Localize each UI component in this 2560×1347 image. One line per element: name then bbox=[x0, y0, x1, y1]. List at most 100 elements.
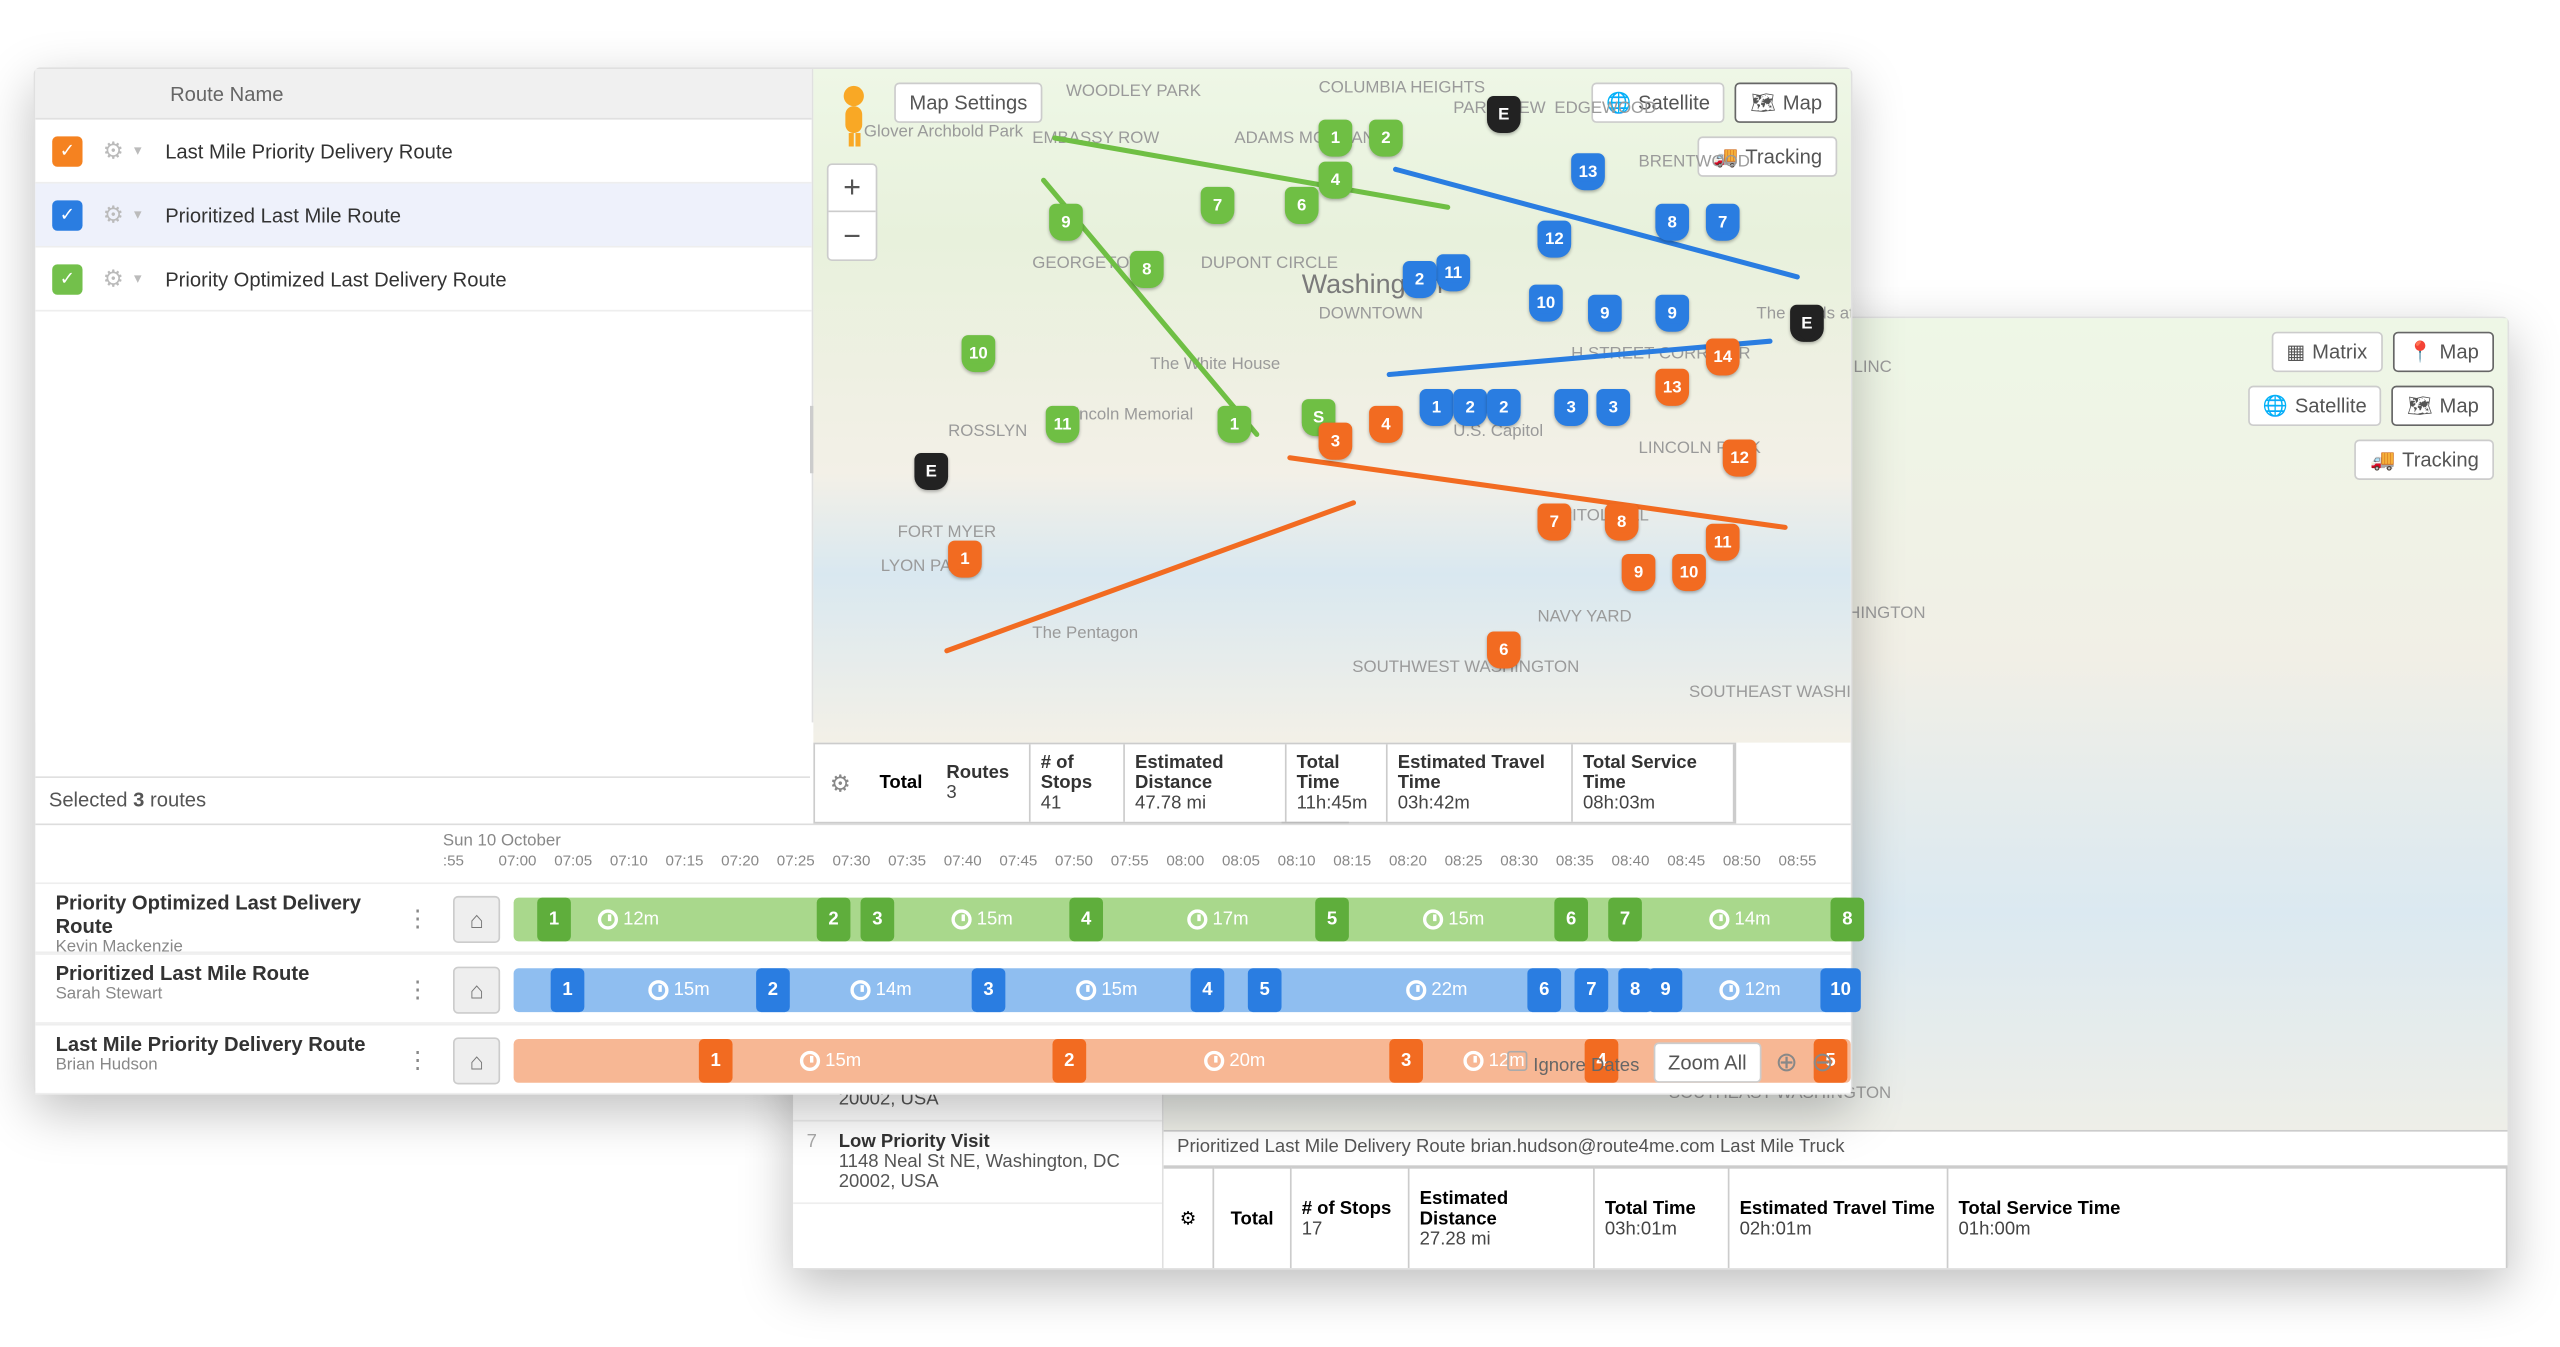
matrix-button[interactable]: ▦ Matrix bbox=[2271, 332, 2382, 372]
map-pin[interactable]: 9 bbox=[1049, 204, 1083, 241]
address-title: Low Priority Visit bbox=[839, 1132, 1142, 1152]
gantt-controls: Ignore Dates Zoom All ⊕ ⊖ bbox=[1506, 1042, 1834, 1082]
gantt-date: Sun 10 October bbox=[443, 832, 561, 851]
satellite-button[interactable]: 🌐 Satellite bbox=[1591, 83, 1725, 123]
gantt-row-sub: Sarah Stewart bbox=[56, 985, 393, 1004]
map-pin[interactable]: 14 bbox=[1706, 338, 1740, 375]
pegman-icon[interactable] bbox=[827, 83, 881, 150]
caret-icon[interactable]: ▾ bbox=[134, 269, 142, 288]
route-header: Prioritized Last Mile Delivery Route bri… bbox=[1164, 1130, 2508, 1167]
map-pin[interactable]: 1 bbox=[948, 541, 982, 578]
zoom-all-button[interactable]: Zoom All bbox=[1653, 1042, 1762, 1082]
map-pin-end[interactable]: E bbox=[914, 453, 948, 490]
kebab-icon[interactable]: ⋮ bbox=[406, 904, 430, 933]
map-pin[interactable]: 2 bbox=[1369, 120, 1403, 157]
map-pin[interactable]: 10 bbox=[1529, 285, 1563, 322]
map-pin[interactable]: 2 bbox=[1403, 261, 1437, 298]
map-pin[interactable]: 13 bbox=[1571, 153, 1605, 190]
map-button[interactable]: 🗺 Map bbox=[1735, 83, 1837, 123]
map-pin[interactable]: 4 bbox=[1369, 406, 1403, 443]
gear-icon[interactable]: ⚙ bbox=[1164, 1167, 1215, 1268]
gear-icon[interactable]: ⚙ bbox=[815, 744, 866, 821]
map-pin[interactable]: 11 bbox=[1706, 524, 1740, 561]
route-row[interactable]: ✓ ⚙ ▾ Last Mile Priority Delivery Route bbox=[35, 120, 811, 184]
map-pin[interactable]: 10 bbox=[962, 335, 996, 372]
map-pin[interactable]: 3 bbox=[1596, 389, 1630, 426]
map-pin[interactable]: 4 bbox=[1319, 162, 1353, 199]
gantt: Sun 10 October :5507:0007:0507:1007:1507… bbox=[35, 823, 1850, 1092]
total-label: Total bbox=[866, 744, 937, 821]
gear-icon[interactable]: ⚙ bbox=[103, 136, 124, 165]
home-icon[interactable]: ⌂ bbox=[453, 1037, 500, 1084]
route-row[interactable]: ✓ ⚙ ▾ Prioritized Last Mile Route bbox=[35, 184, 811, 248]
map-settings-button[interactable]: Map Settings bbox=[894, 83, 1042, 123]
zoom-out-button[interactable]: − bbox=[829, 212, 876, 259]
map-pin[interactable]: 3 bbox=[1319, 423, 1353, 460]
map-button[interactable]: 📍 Map bbox=[2392, 332, 2494, 372]
map-pin[interactable]: 1 bbox=[1420, 389, 1454, 426]
zoom-in-icon[interactable]: ⊕ bbox=[1775, 1046, 1798, 1080]
map-pin[interactable]: 7 bbox=[1201, 187, 1235, 224]
map-pin[interactable]: 8 bbox=[1130, 251, 1164, 288]
route-checkbox[interactable]: ✓ bbox=[52, 264, 82, 294]
map-pin[interactable]: 6 bbox=[1487, 632, 1521, 669]
route-name: Priority Optimized Last Delivery Route bbox=[165, 267, 506, 291]
gantt-row-title: Priority Optimized Last Delivery Route bbox=[56, 891, 393, 938]
gantt-bar[interactable]: 115m 214m 315m 4 522m 6 7 8 912m 10 bbox=[514, 968, 1851, 1012]
route-row[interactable]: ✓ ⚙ ▾ Priority Optimized Last Delivery R… bbox=[35, 248, 811, 312]
map-pin-end[interactable]: E bbox=[1487, 96, 1521, 133]
zoom-out-icon[interactable]: ⊖ bbox=[1811, 1046, 1834, 1080]
map-pin[interactable]: 9 bbox=[1588, 295, 1622, 332]
stop-number: 7 bbox=[807, 1132, 834, 1152]
address-item[interactable]: 7 Low Priority Visit 1148 Neal St NE, Wa… bbox=[793, 1122, 1162, 1205]
map-pin[interactable]: 7 bbox=[1537, 504, 1571, 541]
map-pin[interactable]: 1 bbox=[1218, 406, 1252, 443]
caret-icon[interactable]: ▾ bbox=[134, 205, 142, 224]
map-pin[interactable]: 11 bbox=[1436, 254, 1470, 291]
gear-icon[interactable]: ⚙ bbox=[103, 200, 124, 229]
summary-table-2: ⚙ Total # of Stops17 Estimated Distance2… bbox=[1164, 1167, 2508, 1268]
map-pin[interactable]: 7 bbox=[1706, 204, 1740, 241]
route-list-header: Route Name bbox=[35, 69, 811, 120]
kebab-icon[interactable]: ⋮ bbox=[406, 975, 430, 1004]
map-pin[interactable]: 13 bbox=[1655, 369, 1689, 406]
route-checkbox[interactable]: ✓ bbox=[52, 200, 82, 230]
gear-icon[interactable]: ⚙ bbox=[103, 264, 124, 293]
map-pin[interactable]: 11 bbox=[1046, 406, 1080, 443]
map-pin[interactable]: 8 bbox=[1605, 504, 1639, 541]
gantt-ticks: :5507:0007:0507:1007:1507:2007:2507:3007… bbox=[443, 852, 1834, 876]
zoom-in-button[interactable]: + bbox=[829, 165, 876, 212]
map-pin[interactable]: 12 bbox=[1723, 440, 1757, 477]
map-pin[interactable]: 3 bbox=[1554, 389, 1588, 426]
map-pin[interactable]: 2 bbox=[1453, 389, 1487, 426]
tracking-button[interactable]: 🚚 Tracking bbox=[1698, 136, 1837, 176]
ignore-dates-checkbox[interactable]: Ignore Dates bbox=[1506, 1050, 1639, 1075]
gantt-row-title: Prioritized Last Mile Route bbox=[56, 962, 393, 986]
route-checkbox[interactable]: ✓ bbox=[52, 136, 82, 166]
map-pin[interactable]: 12 bbox=[1537, 221, 1571, 258]
map-pin[interactable]: 9 bbox=[1622, 554, 1656, 591]
map-pin[interactable]: 2 bbox=[1487, 389, 1521, 426]
home-icon[interactable]: ⌂ bbox=[453, 967, 500, 1014]
map-pin[interactable]: 9 bbox=[1655, 295, 1689, 332]
route-line bbox=[944, 500, 1357, 654]
home-icon[interactable]: ⌂ bbox=[453, 896, 500, 943]
selected-count: Selected 3 routes bbox=[35, 776, 810, 820]
map-pin[interactable]: 8 bbox=[1655, 204, 1689, 241]
gantt-row: Prioritized Last Mile RouteSarah Stewart… bbox=[35, 953, 1850, 1024]
caret-icon[interactable]: ▾ bbox=[134, 141, 142, 160]
map-pin[interactable]: 6 bbox=[1285, 187, 1319, 224]
kebab-icon[interactable]: ⋮ bbox=[406, 1046, 430, 1075]
map-pin-end[interactable]: E bbox=[1790, 305, 1824, 342]
zoom-control: + − bbox=[827, 163, 878, 261]
route-name: Last Mile Priority Delivery Route bbox=[165, 139, 452, 163]
map-pin[interactable]: 1 bbox=[1319, 120, 1353, 157]
map-pin[interactable]: 10 bbox=[1672, 554, 1706, 591]
map-button-2[interactable]: 🗺 Map bbox=[2392, 386, 2494, 426]
route-list: Route Name ✓ ⚙ ▾ Last Mile Priority Deli… bbox=[35, 69, 813, 722]
satellite-button[interactable]: 🌐 Satellite bbox=[2248, 386, 2382, 426]
gantt-bar[interactable]: 112m 2 315m 417m 515m 6 714m 8 bbox=[514, 898, 1851, 942]
total-label: Total bbox=[1214, 1167, 1291, 1268]
tracking-button[interactable]: 🚚 Tracking bbox=[2355, 440, 2494, 480]
map-big[interactable]: Map Settings + − 🌐 Satellite 🗺 Map 🚚 Tra… bbox=[813, 69, 1850, 743]
